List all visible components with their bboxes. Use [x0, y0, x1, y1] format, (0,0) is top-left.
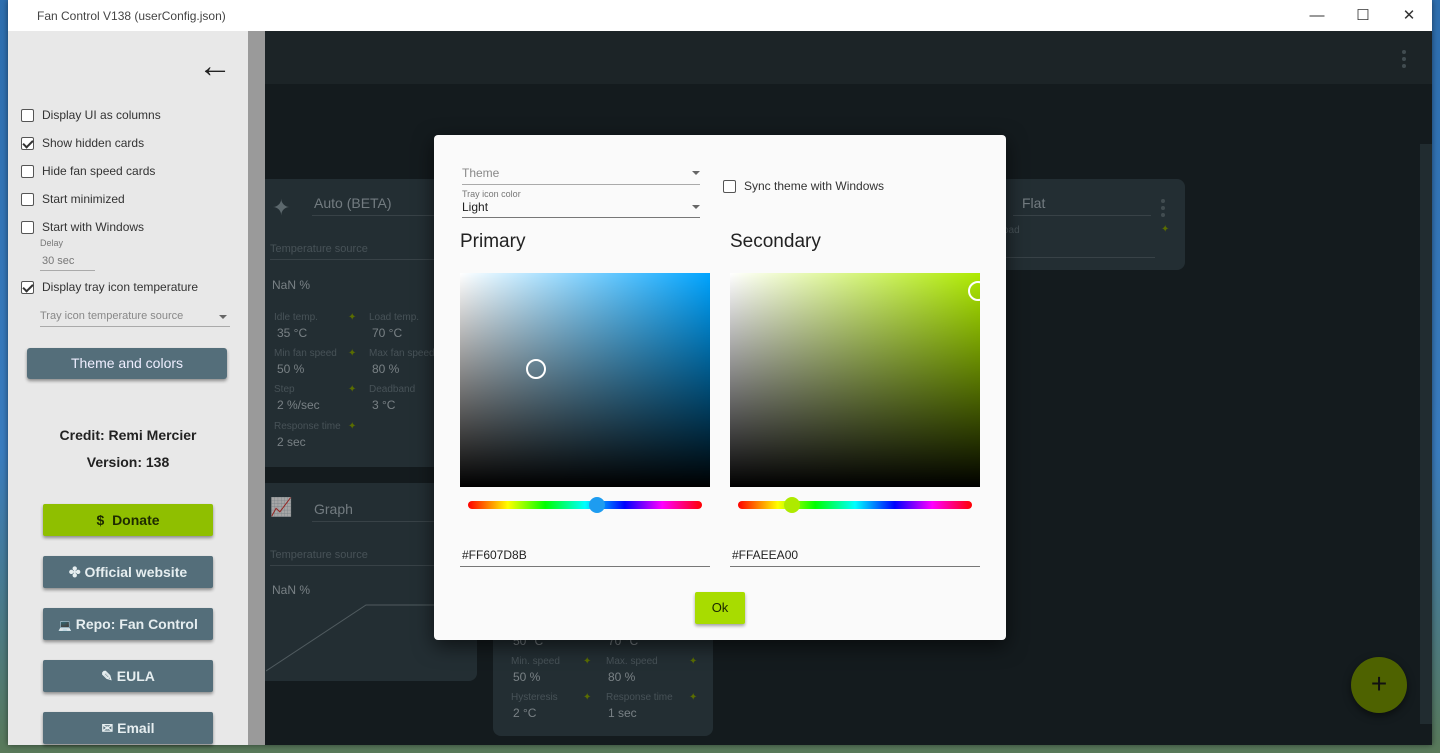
primary-hue-slider[interactable]	[468, 497, 702, 513]
tray-color-label: Tray icon color	[462, 189, 521, 199]
theme-and-colors-button[interactable]: Theme and colors	[27, 348, 227, 379]
theme-dropdown[interactable]: Theme	[462, 166, 499, 180]
add-fab-button[interactable]: +	[1351, 657, 1407, 713]
secondary-hue-slider[interactable]	[738, 497, 972, 513]
primary-hex-input[interactable]: #FF607D8B	[462, 548, 527, 562]
settings-drawer: ← Display UI as columns Show hidden card…	[8, 31, 265, 745]
repo-button[interactable]: 💻 Repo: Fan Control	[43, 608, 213, 640]
chevron-down-icon[interactable]	[692, 205, 700, 209]
slider-thumb[interactable]	[588, 497, 605, 513]
secondary-hex-input[interactable]: #FFAEEA00	[732, 548, 798, 562]
sync-theme-checkbox[interactable]: Sync theme with Windows	[723, 179, 884, 193]
close-button[interactable]: ✕	[1386, 5, 1432, 27]
arrow-left-icon[interactable]: ←	[198, 49, 232, 83]
chevron-down-icon[interactable]	[219, 315, 227, 319]
edit-icon: ✎	[101, 668, 113, 684]
laptop-icon: 💻	[58, 620, 72, 632]
chevron-down-icon[interactable]	[692, 171, 700, 175]
theme-dialog: Theme Tray icon color Light Sync theme w…	[434, 135, 1006, 640]
primary-color-cursor[interactable]	[526, 359, 546, 379]
ok-button[interactable]: Ok	[695, 592, 745, 624]
secondary-color-canvas[interactable]	[730, 273, 980, 487]
mail-icon: ✉	[101, 720, 114, 736]
title-bar: Fan Control V138 (userConfig.json) — ☐ ✕	[8, 0, 1432, 31]
official-website-button[interactable]: ✤ Official website	[43, 556, 213, 588]
option-start-with-windows[interactable]: Start with Windows	[21, 220, 144, 234]
minimize-button[interactable]: —	[1294, 5, 1340, 27]
maximize-button[interactable]: ☐	[1340, 5, 1386, 27]
drawer-scrollbar[interactable]	[248, 31, 265, 745]
secondary-color-cursor[interactable]	[968, 281, 980, 301]
secondary-header: Secondary	[730, 231, 821, 252]
credit-text: Credit: Remi Mercier	[59, 427, 197, 443]
primary-header: Primary	[460, 231, 526, 252]
delay-label: Delay	[40, 238, 64, 248]
email-button[interactable]: ✉ Email	[43, 712, 213, 744]
tray-color-dropdown[interactable]: Light	[462, 200, 488, 214]
dollar-icon: $	[96, 512, 105, 528]
option-start-minimized[interactable]: Start minimized	[21, 192, 125, 206]
tray-source-dropdown[interactable]: Tray icon temperature source	[40, 310, 183, 322]
slider-thumb[interactable]	[783, 497, 800, 513]
delay-input[interactable]: 30 sec	[42, 255, 74, 267]
donate-button[interactable]: $ Donate	[43, 504, 213, 536]
eula-button[interactable]: ✎ EULA	[43, 660, 213, 692]
option-hide-fan-speed[interactable]: Hide fan speed cards	[21, 164, 155, 178]
fan-icon: ✤	[68, 564, 81, 580]
version-text: Version: 138	[86, 454, 170, 470]
option-display-columns[interactable]: Display UI as columns	[21, 108, 161, 122]
option-tray-temperature[interactable]: Display tray icon temperature	[21, 280, 198, 294]
primary-color-canvas[interactable]	[460, 273, 710, 487]
option-show-hidden-cards[interactable]: Show hidden cards	[21, 136, 144, 150]
window-title: Fan Control V138 (userConfig.json)	[37, 9, 226, 23]
